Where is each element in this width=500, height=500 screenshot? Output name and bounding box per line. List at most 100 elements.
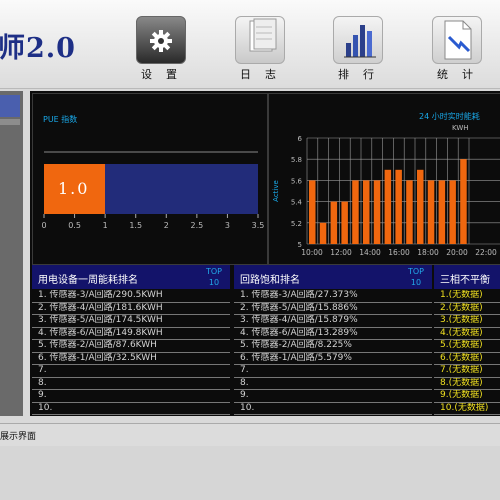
pue-axis: 0 0.5 1 1.5 2 2.5 3 3.5: [41, 214, 265, 230]
table-header: 三相不平衡: [434, 265, 500, 289]
y-axis-label: Active: [272, 180, 280, 202]
table-row: 7.: [32, 365, 230, 378]
settings-label: 设置: [141, 68, 191, 81]
table-row: 10.: [32, 403, 230, 415]
three-phase-imbalance: 三相不平衡 1.(无数据) 2.(无数据) 3.(无数据) 4.(无数据) 5.(无数据…: [434, 265, 500, 416]
pue-panel: PUE 指数 1.0 0 0.5 1 1.5 2 2.5 3 3.5: [32, 93, 268, 265]
bottom-area: [0, 446, 500, 500]
energy-bar: [319, 222, 327, 244]
table-row: 4.(无数据): [434, 328, 500, 340]
y-tick-label: 5.4: [291, 199, 303, 207]
table-row: 8.: [234, 378, 432, 390]
table-header: 回路饱和排名 TOP 10: [234, 265, 432, 289]
table-row: 4. 传感器-6/A回路/13.289%: [234, 328, 432, 340]
circuit-saturation-ranking: 回路饱和排名 TOP 10 1. 传感器-3/A回路/27.373% 2. 传感器-…: [234, 265, 432, 416]
log-label: 日志: [240, 68, 290, 81]
energy-bar: [330, 201, 338, 244]
top-badge: TOP 10: [205, 267, 222, 287]
pue-tick-label: 1.5: [129, 221, 142, 230]
energy-bar: [352, 180, 359, 244]
y-tick-label: 5.2: [291, 220, 302, 228]
energy-bar: [341, 201, 348, 244]
table-row: 1.(无数据): [434, 290, 500, 303]
x-tick-label: 20:00: [446, 248, 468, 257]
table-row: 10.: [234, 403, 432, 415]
settings-button[interactable]: 设置: [127, 14, 193, 86]
table-row: 2. 传感器-4/A回路/181.6KWH: [32, 303, 230, 315]
ranking-label: 排行: [338, 68, 388, 81]
table-rows: 1.(无数据) 2.(无数据) 3.(无数据) 4.(无数据) 5.(无数据) 6.(无数…: [434, 290, 500, 415]
pue-tick-label: 0: [41, 221, 46, 230]
table-title: 用电设备一周能耗排名: [38, 275, 138, 286]
status-text: 展示界面: [0, 432, 37, 442]
energy-bar: [395, 169, 402, 244]
statistics-button[interactable]: 统计: [423, 14, 489, 86]
table-title: 三相不平衡: [440, 275, 490, 286]
notebook-icon: [235, 16, 285, 64]
x-tick-label: 16:00: [388, 248, 410, 257]
energy-bar: [417, 169, 424, 244]
energy-bar: [427, 180, 435, 244]
energy-chart-panel: 24 小时实时能耗 KWH 5 5.2 5.4 5.6 5.8 6 Active 10:00 1…: [268, 93, 500, 265]
pue-tick-label: 2.5: [190, 221, 203, 230]
bar-chart-icon: [333, 16, 383, 64]
top-badge: TOP 10: [407, 267, 424, 287]
side-navigation: [0, 91, 23, 416]
pue-tick-label: 3.5: [252, 221, 265, 230]
pue-tick-label: 3: [225, 221, 230, 230]
device-energy-ranking: 用电设备一周能耗排名 TOP 10 1. 传感器-3/A回路/290.5KWH 2.…: [32, 265, 230, 416]
table-header: 用电设备一周能耗排名 TOP 10: [32, 265, 230, 289]
table-row: 5.(无数据): [434, 340, 500, 353]
table-row: 1. 传感器-3/A回路/27.373%: [234, 290, 432, 303]
table-row: 3. 传感器-4/A回路/15.879%: [234, 315, 432, 328]
table-row: 10.(无数据): [434, 403, 500, 415]
table-row: 6. 传感器-1/A回路/32.5KWH: [32, 353, 230, 365]
energy-bar: [438, 180, 446, 244]
table-title: 回路饱和排名: [240, 275, 300, 286]
table-rows: 1. 传感器-3/A回路/27.373% 2. 传感器-5/A回路/15.886%…: [234, 290, 432, 415]
table-row: 9.: [234, 390, 432, 403]
energy-bar: [406, 180, 413, 244]
table-row: 8.(无数据): [434, 378, 500, 390]
pue-gauge-bar: 1.0: [44, 164, 258, 214]
ranking-button[interactable]: 排行: [324, 14, 390, 86]
table-row: 4. 传感器-6/A回路/149.8KWH: [32, 328, 230, 340]
pue-tick-label: 0.5: [68, 221, 81, 230]
table-row: 5. 传感器-2/A回路/87.6KWH: [32, 340, 230, 353]
gear-icon: [136, 16, 186, 64]
table-row: 5. 传感器-2/A回路/8.225%: [234, 340, 432, 353]
x-tick-label: 12:00: [330, 248, 352, 257]
statistics-label: 统计: [437, 68, 487, 81]
ranking-tables: 用电设备一周能耗排名 TOP 10 1. 传感器-3/A回路/290.5KWH 2.…: [30, 265, 500, 416]
table-row: 6.(无数据): [434, 353, 500, 365]
x-tick-label: 14:00: [359, 248, 381, 257]
document-icon: [432, 16, 482, 64]
side-tab[interactable]: [0, 119, 20, 125]
log-button[interactable]: 日志: [226, 14, 292, 86]
app-title: 师2.0: [0, 33, 76, 64]
table-row: 7.(无数据): [434, 365, 500, 378]
table-row: 6. 传感器-1/A回路/5.579%: [234, 353, 432, 365]
table-row: 8.: [32, 378, 230, 390]
dashboard-panel: PUE 指数 1.0 0 0.5 1 1.5 2 2.5 3 3.5 24 小时实时能耗 KW…: [30, 91, 500, 416]
pue-tick-label: 1: [103, 221, 108, 230]
table-row: 3.(无数据): [434, 315, 500, 328]
y-tick-label: 6: [298, 135, 303, 143]
y-tick-label: 5.8: [291, 156, 302, 164]
side-tab-active[interactable]: [0, 95, 20, 117]
energy-bar: [309, 180, 316, 244]
pue-value: 1.0: [58, 179, 90, 198]
header: 师2.0 设置 日志 排行 统计: [0, 0, 500, 89]
table-row: 3. 传感器-5/A回路/174.5KWH: [32, 315, 230, 328]
energy-bar: [373, 180, 381, 244]
energy-bar-chart: 55.25.45.65.86Active10:00 12:00 14:00 16:00…: [272, 135, 500, 257]
table-row: 1. 传感器-3/A回路/290.5KWH: [32, 290, 230, 303]
table-row: 9.(无数据): [434, 390, 500, 403]
energy-bar: [363, 180, 370, 244]
energy-bar: [384, 169, 392, 244]
table-row: 2. 传感器-5/A回路/15.886%: [234, 303, 432, 315]
table-rows: 1. 传感器-3/A回路/290.5KWH 2. 传感器-4/A回路/181.6K…: [32, 290, 230, 415]
energy-bar: [449, 180, 456, 244]
x-tick-label: 10:00: [301, 248, 323, 257]
table-row: 9.: [32, 390, 230, 403]
